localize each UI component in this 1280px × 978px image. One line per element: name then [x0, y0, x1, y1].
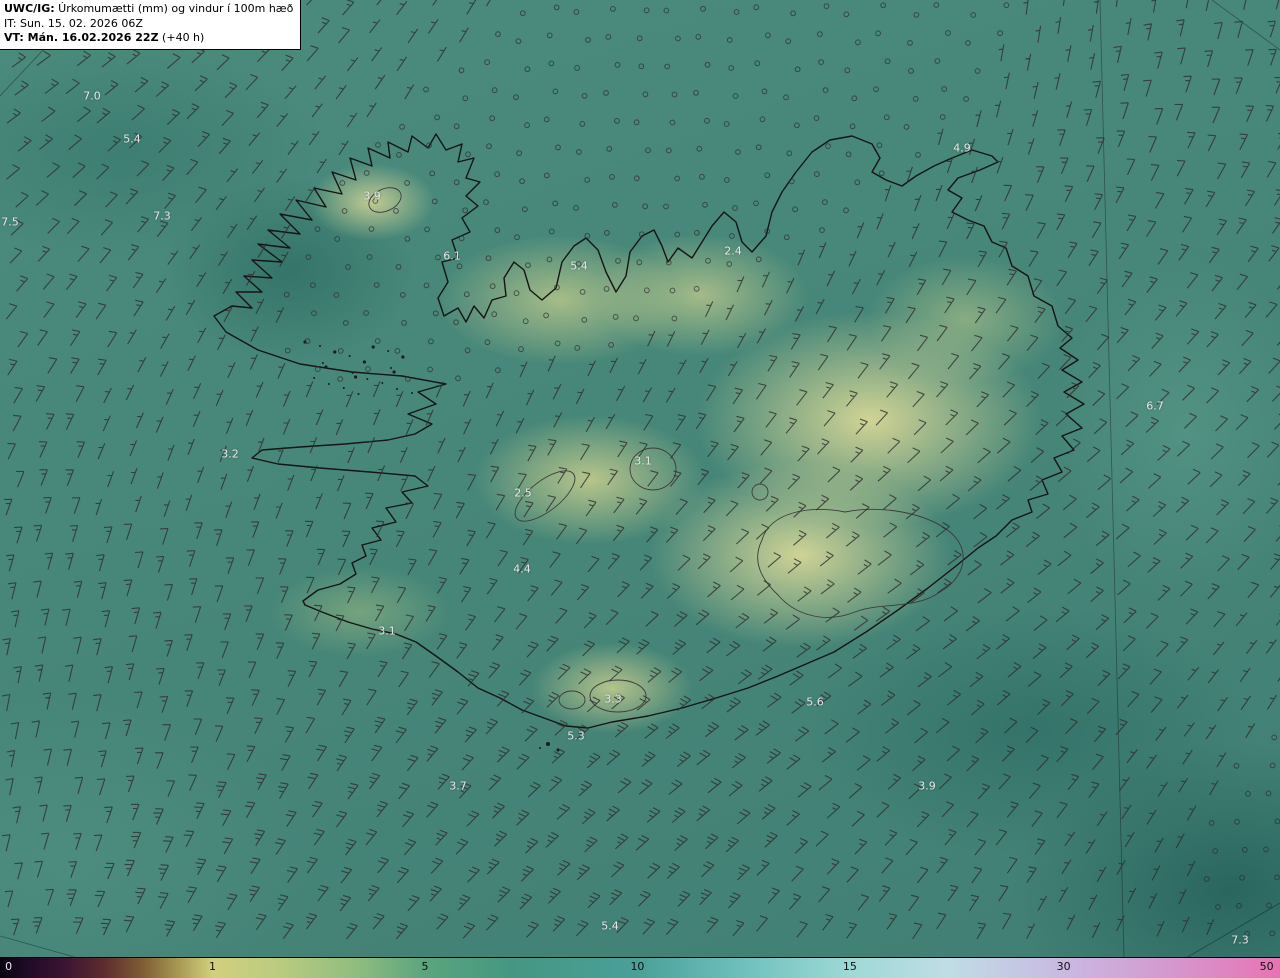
valid-time: VT: Mán. 16.02.2026 22Z (+40 h) — [4, 31, 293, 46]
value-label: 4.9 — [953, 141, 971, 155]
value-label: 5.4 — [601, 919, 619, 933]
value-label: 7.0 — [83, 89, 101, 103]
value-label: 6.7 — [1146, 399, 1164, 413]
colorbar-tick-label: 50 — [1259, 960, 1274, 973]
value-label: 3.1 — [634, 454, 652, 468]
colorbar-tick-label: 15 — [842, 960, 857, 973]
model-id: UWC/IG: — [4, 2, 55, 15]
value-label: 3.3 — [604, 692, 622, 706]
value-label: 7.3 — [1231, 933, 1249, 947]
value-label: 7.5 — [1, 215, 19, 229]
value-label: 7.3 — [153, 209, 171, 223]
value-label: 3.2 — [221, 447, 239, 461]
value-label: 5.4 — [123, 132, 141, 146]
title-box: UWC/IG: Úrkomumætti (mm) og vindur í 100… — [0, 0, 302, 50]
value-label: 4.4 — [513, 562, 531, 576]
value-label: 5.3 — [567, 729, 585, 743]
weather-map: 7.0 5.4 7.5 7.3 3.9 6.1 5.4 2.4 4.9 6.7 3.2 3.1 2.5 4… — [0, 0, 1280, 978]
value-label: 2.4 — [724, 244, 742, 258]
init-time: IT: Sun. 15. 02. 2026 06Z — [4, 16, 143, 30]
colorbar-tick-label: 5 — [421, 960, 429, 973]
precipitation-colorbar: 0 1 5 10 15 30 50 — [0, 957, 1280, 978]
colorbar-tick-label: 10 — [630, 960, 645, 973]
colorbar-tick-label: 1 — [208, 960, 216, 973]
value-label: 3.7 — [449, 779, 467, 793]
valid-time-main: VT: Mán. 16.02.2026 22Z — [4, 31, 159, 45]
value-label: 5.4 — [570, 259, 588, 273]
value-label: 2.5 — [514, 486, 532, 500]
title-line: UWC/IG: Úrkomumætti (mm) og vindur í 100… — [4, 2, 293, 17]
value-labels-layer: 7.0 5.4 7.5 7.3 3.9 6.1 5.4 2.4 4.9 6.7 3.2 3.1 2.5 4… — [0, 0, 1280, 958]
value-label: 6.1 — [443, 249, 461, 263]
valid-time-offset: (+40 h) — [158, 31, 205, 45]
value-label: 3.9 — [363, 189, 381, 203]
colorbar-tick-label: 0 — [5, 960, 13, 973]
value-label: 3.9 — [918, 779, 936, 793]
value-label: 3.1 — [378, 624, 396, 638]
colorbar-tick-label: 30 — [1056, 960, 1071, 973]
value-label: 5.6 — [806, 695, 824, 709]
model-description: Úrkomumætti (mm) og vindur í 100m hæð — [54, 2, 294, 15]
